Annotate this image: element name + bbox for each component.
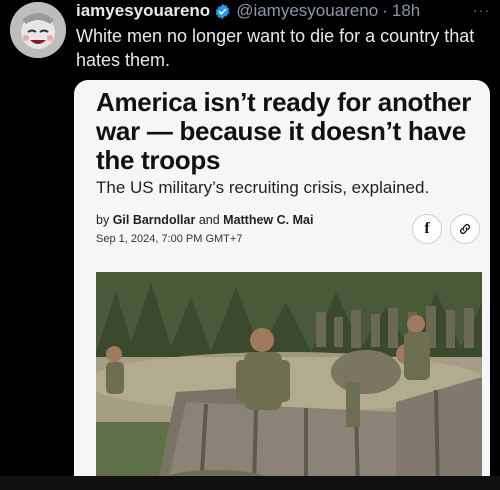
timestamp[interactable]: 18h [392, 1, 420, 21]
tweet-text: White men no longer want to die for a co… [76, 26, 475, 70]
more-icon[interactable]: ··· [473, 2, 490, 18]
article-date: Sep 1, 2024, 7:00 PM GMT+7 [96, 233, 243, 245]
bottom-bar [0, 476, 500, 490]
tweet-header: iamyesyouareno @iamyesyouareno · 18h [76, 0, 488, 22]
verified-badge-icon [214, 3, 231, 20]
link-icon [460, 224, 470, 234]
copy-link-button[interactable] [450, 214, 480, 244]
byline-prefix: by [96, 213, 113, 227]
author-2: Matthew C. Mai [223, 213, 314, 227]
handle[interactable]: @iamyesyouareno [236, 1, 378, 21]
article-byline: by Gil Barndollar and Matthew C. Mai [96, 213, 313, 227]
article-card[interactable]: America isn’t ready for another war — be… [74, 80, 490, 490]
article-subhead: The US military’s recruiting crisis, exp… [96, 178, 430, 197]
byline-and: and [195, 213, 224, 227]
facebook-icon: f [424, 220, 430, 237]
author-1: Gil Barndollar [112, 213, 196, 227]
facebook-share-button[interactable]: f [412, 214, 442, 244]
display-name[interactable]: iamyesyouareno [76, 1, 210, 21]
avatar-image [10, 2, 66, 58]
avatar[interactable] [10, 2, 66, 58]
article-photo [96, 272, 482, 490]
article-headline: America isn’t ready for another war — be… [96, 87, 472, 175]
separator-dot: · [382, 1, 388, 20]
